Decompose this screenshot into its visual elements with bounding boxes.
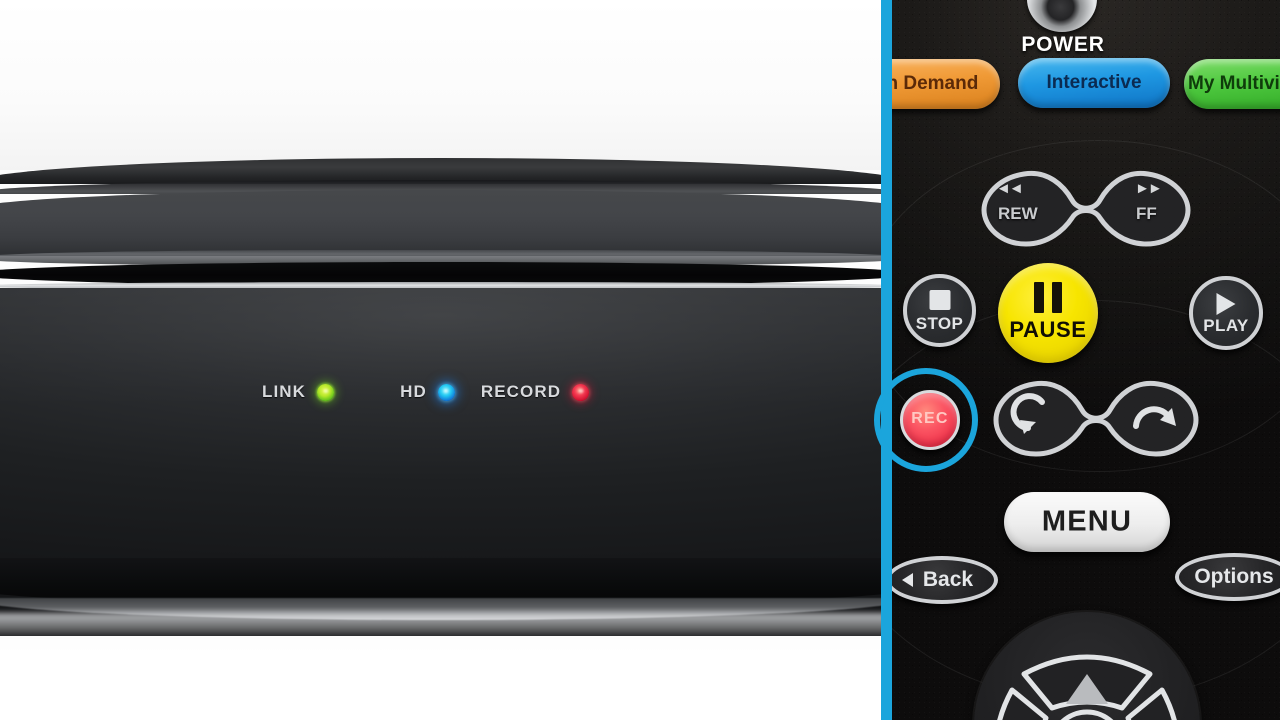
panel-divider — [881, 0, 892, 720]
link-label: LINK — [262, 382, 307, 401]
screenshot-root: LINK HD RECORD POWER On Demand — [0, 0, 1280, 720]
my-multiview-button[interactable]: My Multiview — [1184, 59, 1280, 109]
rewind-fastforward-rocker[interactable]: ◄◄ REW ►► FF — [978, 168, 1194, 250]
play-triangle-icon — [1216, 293, 1236, 315]
stop-square-icon — [929, 290, 950, 310]
options-label: Options — [1194, 565, 1274, 588]
pause-button[interactable]: PAUSE — [998, 263, 1098, 363]
record-label: RECORD — [480, 382, 562, 401]
fastforward-arrows-icon: ►► — [1135, 180, 1163, 197]
remote-control-photo: POWER On Demand Interactive My Multiview… — [892, 0, 1280, 720]
stop-button[interactable]: STOP — [903, 274, 976, 347]
menu-button[interactable]: MENU — [1004, 492, 1170, 552]
menu-label: MENU — [1041, 505, 1133, 538]
status-indicator-row: LINK HD RECORD — [262, 382, 590, 402]
dpad-ok-center — [1060, 709, 1114, 720]
fastforward-label: FF — [1136, 204, 1157, 223]
rewind-arrows-icon: ◄◄ — [996, 180, 1024, 197]
hd-indicator: HD — [400, 382, 455, 402]
back-label: Back — [922, 568, 974, 591]
my-multiview-label: My Multiview — [1188, 73, 1280, 94]
studio-backdrop-top — [0, 0, 881, 170]
directional-pad[interactable] — [974, 612, 1200, 720]
rewind-label: REW — [998, 204, 1038, 223]
pause-bars-icon — [1034, 282, 1062, 313]
rec-button-highlight-annotation — [874, 368, 978, 472]
play-label: PLAY — [1203, 316, 1249, 335]
chassis-upper-face — [0, 190, 881, 256]
on-demand-label: On Demand — [892, 73, 979, 94]
on-demand-button[interactable]: On Demand — [892, 59, 1000, 109]
set-top-box-photo: LINK HD RECORD — [0, 0, 881, 720]
replay-skip-outline-icon — [993, 380, 1199, 457]
chassis-drop-shadow — [0, 613, 881, 639]
link-indicator: LINK — [262, 382, 335, 402]
hd-label: HD — [400, 382, 427, 401]
stop-label: STOP — [915, 314, 964, 333]
interactive-button[interactable]: Interactive — [1018, 58, 1170, 108]
replay-skip-rocker[interactable] — [990, 378, 1202, 460]
interactive-label: Interactive — [1046, 72, 1142, 93]
dpad-segments-icon — [997, 654, 1177, 720]
pause-label: PAUSE — [1009, 317, 1087, 342]
play-button[interactable]: PLAY — [1189, 276, 1263, 350]
power-label: POWER — [1021, 33, 1105, 56]
record-indicator: RECORD — [480, 382, 590, 402]
link-led — [317, 383, 335, 401]
record-led — [572, 383, 590, 401]
hd-led — [437, 383, 455, 401]
